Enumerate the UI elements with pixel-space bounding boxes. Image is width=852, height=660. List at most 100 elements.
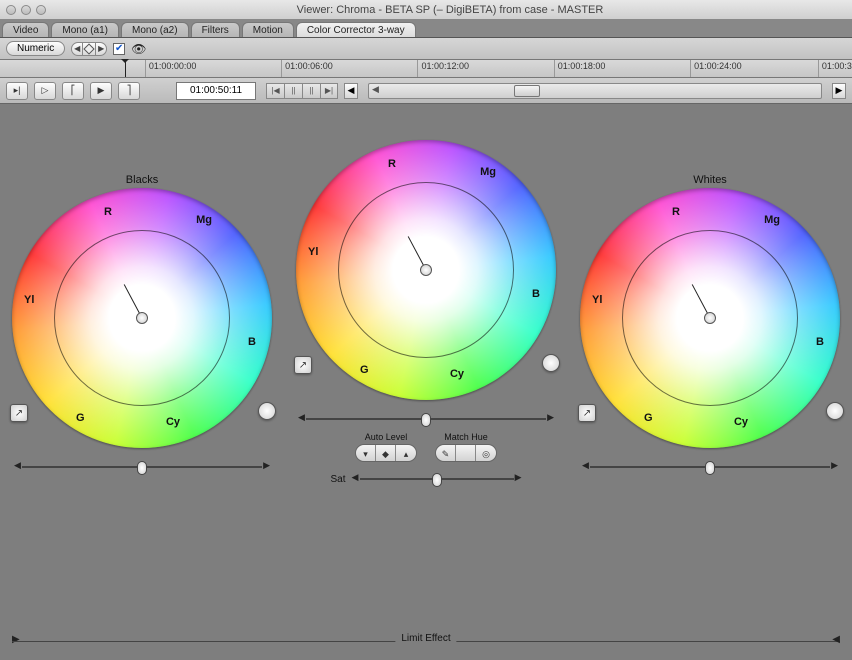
jog-handle[interactable] xyxy=(514,85,540,97)
tab-color-corrector-3way[interactable]: Color Corrector 3-way xyxy=(296,22,416,37)
color-corrector-panel: Blacks R Mg B Cy G Yl ↗ xyxy=(0,104,852,660)
match-color-swatch[interactable] xyxy=(456,445,476,462)
blacks-slider-thumb[interactable] xyxy=(137,461,147,475)
wheel-label-g: G xyxy=(360,364,369,376)
scrub-left-button[interactable]: ◀ xyxy=(344,83,358,99)
mids-color-wheel[interactable]: R Mg B Cy G Yl xyxy=(296,140,556,400)
mark-out-button[interactable]: ⎤ xyxy=(118,82,140,100)
playhead-icon[interactable] xyxy=(125,60,126,77)
play-button[interactable]: ▶ xyxy=(90,82,112,100)
add-keyframe-button[interactable] xyxy=(83,42,95,56)
blacks-wheel-wrap: R Mg B Cy G Yl ↗ xyxy=(12,188,272,448)
whites-eyedropper-button[interactable] xyxy=(826,402,844,420)
slider-inc-icon[interactable] xyxy=(515,472,522,483)
mids-reset-button[interactable]: ↗ xyxy=(294,356,312,374)
numeric-button[interactable]: Numeric xyxy=(6,41,65,56)
wheel-label-cy: Cy xyxy=(450,368,464,380)
blacks-column: Blacks R Mg B Cy G Yl ↗ xyxy=(6,174,278,486)
wheel-label-b: B xyxy=(816,336,824,348)
close-window-icon[interactable] xyxy=(6,5,16,15)
mids-eyedropper-button[interactable] xyxy=(542,354,560,372)
auto-controls-row: Auto Level ▾ ◆ ▴ Match Hue ✎ ◎ xyxy=(355,432,497,462)
sat-label: Sat xyxy=(330,474,345,485)
sat-slider[interactable] xyxy=(352,472,522,486)
auto-contrast-button[interactable]: ◆ xyxy=(376,445,396,462)
viewer-tabs: Video Mono (a1) Mono (a2) Filters Motion… xyxy=(0,20,852,38)
slider-inc-icon[interactable] xyxy=(831,460,838,471)
limit-expand-left-icon xyxy=(12,634,20,645)
enable-checkbox[interactable]: ✔ xyxy=(113,43,125,55)
wheel-label-cy: Cy xyxy=(734,416,748,428)
auto-level-group: Auto Level ▾ ◆ ▴ xyxy=(355,432,417,462)
wheel-label-b: B xyxy=(248,336,256,348)
wheel-label-r: R xyxy=(104,206,112,218)
jog-scrubber[interactable] xyxy=(368,83,822,99)
slider-dec-icon[interactable] xyxy=(298,412,305,423)
tab-mono-a2[interactable]: Mono (a2) xyxy=(121,22,189,37)
timeline-ruler[interactable]: 01:00:00:00 01:00:06:00 01:00:12:00 01:0… xyxy=(0,60,852,78)
whites-wheel-wrap: R Mg B Cy G Yl ↗ xyxy=(580,188,840,448)
tab-motion[interactable]: Motion xyxy=(242,22,294,37)
timecode-field[interactable]: 01:00:50:11 xyxy=(176,82,256,100)
transport-row: ▸| ▷ ⎡ ▶ ⎤ 01:00:50:11 |◀||||▶| ◀ ▶ xyxy=(0,78,852,104)
limit-effect-label: Limit Effect xyxy=(395,633,456,644)
whites-balance-handle[interactable] xyxy=(704,312,716,324)
tab-mono-a1[interactable]: Mono (a1) xyxy=(51,22,119,37)
whites-column: Whites R Mg B Cy G Yl ↗ xyxy=(574,174,846,486)
wheel-label-b: B xyxy=(532,288,540,300)
whites-color-wheel[interactable]: R Mg B Cy G Yl xyxy=(580,188,840,448)
auto-white-button[interactable]: ▴ xyxy=(396,445,416,462)
whites-slider-thumb[interactable] xyxy=(705,461,715,475)
go-to-in-button[interactable]: ▸| xyxy=(6,82,28,100)
control-row: Numeric ◀ ▶ ✔ 👁 xyxy=(0,38,852,60)
blacks-eyedropper-button[interactable] xyxy=(258,402,276,420)
traffic-lights xyxy=(6,5,46,15)
blacks-label: Blacks xyxy=(126,174,158,186)
blacks-balance-handle[interactable] xyxy=(136,312,148,324)
minimize-window-icon[interactable] xyxy=(21,5,31,15)
mark-in-button[interactable]: ⎡ xyxy=(62,82,84,100)
keyframe-nav: ◀ ▶ xyxy=(71,42,107,56)
diamond-keyframe-icon xyxy=(84,43,95,54)
ruler-tick: 01:00:30:0 xyxy=(818,60,852,77)
slider-inc-icon[interactable] xyxy=(547,412,554,423)
play-in-to-out-button[interactable]: ▷ xyxy=(34,82,56,100)
wheel-label-r: R xyxy=(388,158,396,170)
whites-level-slider[interactable] xyxy=(582,460,838,474)
match-hue-label: Match Hue xyxy=(444,432,488,442)
slider-inc-icon[interactable] xyxy=(263,460,270,471)
tab-filters[interactable]: Filters xyxy=(191,22,240,37)
sat-slider-thumb[interactable] xyxy=(432,473,442,487)
mids-level-slider[interactable] xyxy=(298,412,554,426)
slider-dec-icon[interactable] xyxy=(352,472,359,483)
window-titlebar: Viewer: Chroma - BETA SP (– DigiBETA) fr… xyxy=(0,0,852,20)
scrub-right-button[interactable]: ▶ xyxy=(832,83,846,99)
shuttle-control[interactable]: |◀||||▶| xyxy=(266,83,338,99)
tab-video[interactable]: Video xyxy=(2,22,49,37)
blacks-level-slider[interactable] xyxy=(14,460,270,474)
whites-reset-button[interactable]: ↗ xyxy=(578,404,596,422)
mids-balance-handle[interactable] xyxy=(420,264,432,276)
select-eyedropper-button[interactable]: ✎ xyxy=(436,445,456,462)
limit-expand-right-icon xyxy=(832,634,840,645)
slider-dec-icon[interactable] xyxy=(14,460,21,471)
mids-slider-thumb[interactable] xyxy=(421,413,431,427)
wheel-label-cy: Cy xyxy=(166,416,180,428)
match-hue-toggle[interactable]: ◎ xyxy=(476,445,496,462)
whites-label: Whites xyxy=(693,174,727,186)
visibility-icon[interactable]: 👁 xyxy=(131,42,146,56)
zoom-window-icon[interactable] xyxy=(36,5,46,15)
prev-keyframe-button[interactable]: ◀ xyxy=(71,42,83,56)
auto-black-button[interactable]: ▾ xyxy=(356,445,376,462)
next-keyframe-button[interactable]: ▶ xyxy=(95,42,107,56)
limit-effect-disclosure[interactable]: Limit Effect xyxy=(12,634,840,648)
blacks-color-wheel[interactable]: R Mg B Cy G Yl xyxy=(12,188,272,448)
wheel-label-mg: Mg xyxy=(764,214,780,226)
wheel-label-mg: Mg xyxy=(196,214,212,226)
match-hue-group: Match Hue ✎ ◎ xyxy=(435,432,497,462)
blacks-reset-button[interactable]: ↗ xyxy=(10,404,28,422)
wheel-label-yl: Yl xyxy=(308,246,318,258)
slider-dec-icon[interactable] xyxy=(582,460,589,471)
ruler-tick: 01:00:18:00 xyxy=(554,60,606,77)
saturation-row: Sat xyxy=(330,472,521,486)
